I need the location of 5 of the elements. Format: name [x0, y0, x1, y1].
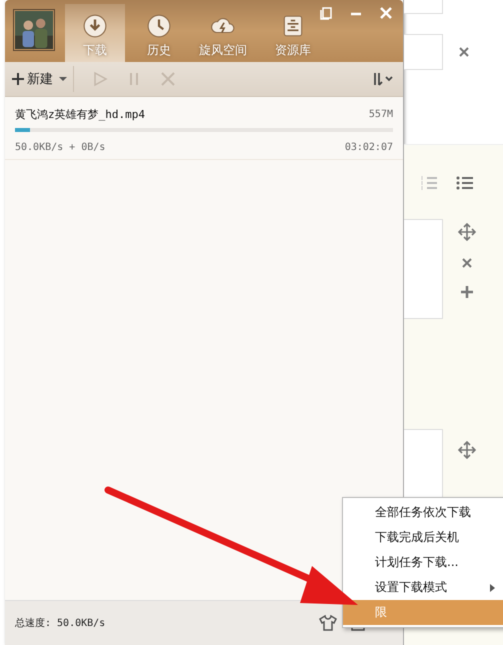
- file-name: 黄飞鸿z英雄有梦_hd.mp4: [15, 107, 145, 122]
- total-speed: 总速度: 50.0KB/s: [15, 616, 106, 630]
- remaining-time: 03:02:07: [344, 142, 393, 153]
- file-size: 557M: [368, 109, 393, 120]
- transfer-speed: 50.0KB/s + 0B/s: [15, 142, 106, 153]
